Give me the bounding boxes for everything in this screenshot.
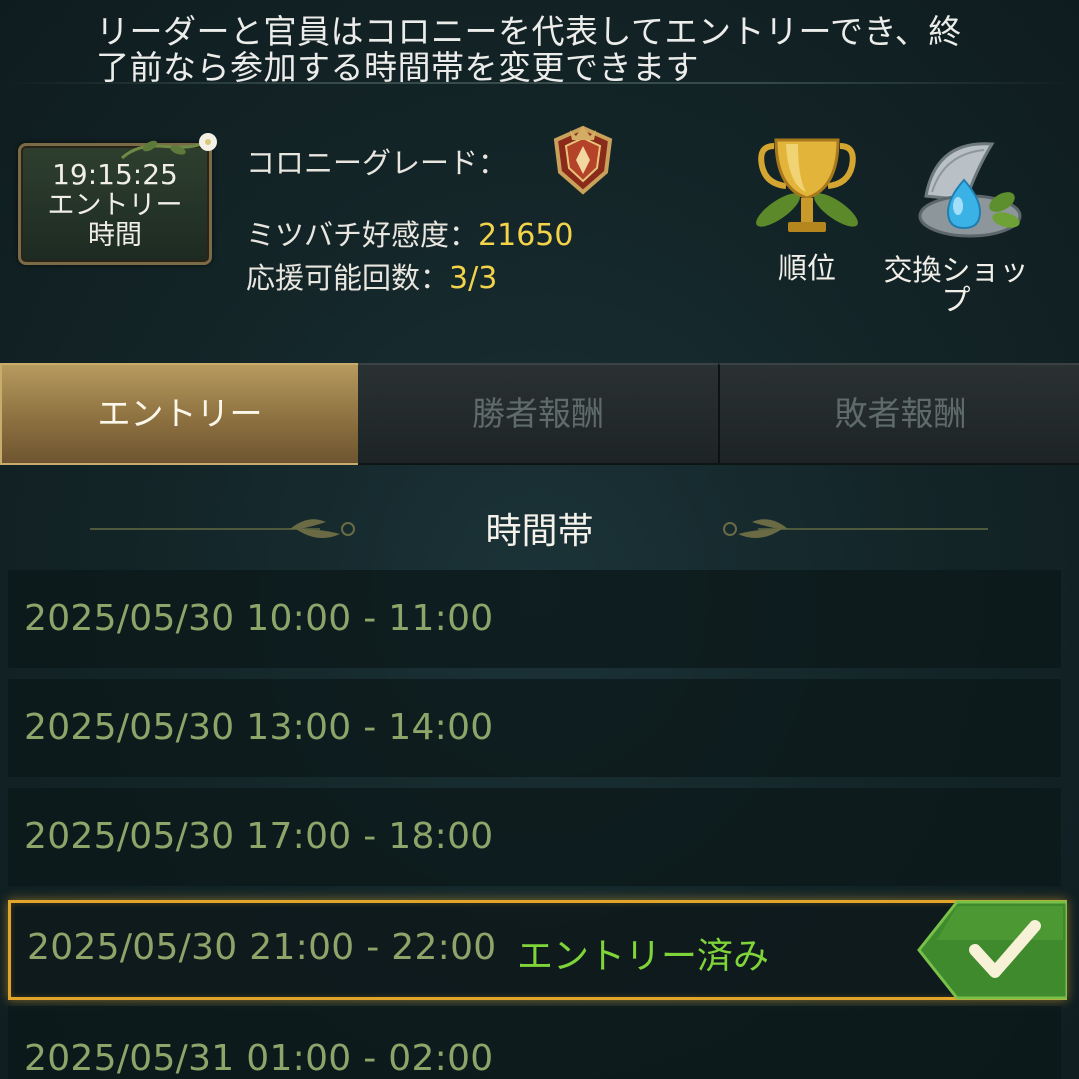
notice-line-1: リーダーと官員はコロニーを代表してエントリーでき、終 <box>96 12 962 51</box>
time-slot-row[interactable]: 2025/05/30 13:00 - 14:00 <box>8 679 1061 777</box>
entered-status-label: エントリー済み <box>517 936 770 977</box>
bee-favor-row: ミツバチ好感度：21650 <box>246 212 573 254</box>
tab-loser-rewards[interactable]: 敗者報酬 <box>718 363 1079 465</box>
support-count-row: 応援可能回数：3/3 <box>246 255 497 297</box>
trophy-icon <box>756 138 858 232</box>
support-count-value: 3/3 <box>449 261 498 296</box>
support-count-label: 応援可能回数： <box>246 261 450 295</box>
time-slot-range: 2025/05/31 01:00 - 02:00 <box>24 1038 494 1079</box>
time-slot-row[interactable]: 2025/05/30 10:00 - 11:00 <box>8 570 1061 668</box>
tab-winner-rewards[interactable]: 勝者報酬 <box>358 363 718 465</box>
exchange-shop-label-1: 交換ショッ <box>883 253 1029 287</box>
entry-timer-label-2: 時間 <box>88 220 142 251</box>
time-slot-range: 2025/05/30 13:00 - 14:00 <box>24 707 494 748</box>
shell-pearl-icon <box>918 142 1022 238</box>
time-slot-range: 2025/05/30 21:00 - 22:00 <box>27 927 497 968</box>
ranking-label: 順位 <box>777 251 836 285</box>
entry-notice: リーダーと官員はコロニーを代表してエントリーでき、終 了前なら参加する時間帯を変… <box>96 14 996 86</box>
time-slot-range: 2025/05/30 17:00 - 18:00 <box>24 816 494 857</box>
right-leaf-ornament-icon <box>723 519 988 538</box>
time-slot-row-entered[interactable]: 2025/05/30 21:00 - 22:00 エントリー済み <box>8 900 1067 1000</box>
colony-grade-label: コロニーグレード： <box>246 146 508 180</box>
time-slot-range: 2025/05/30 10:00 - 11:00 <box>24 598 494 639</box>
check-icon <box>917 900 1067 1000</box>
colony-grade-row: コロニーグレード： <box>246 140 507 182</box>
time-slot-row[interactable]: 2025/05/30 17:00 - 18:00 <box>8 788 1061 886</box>
exchange-shop-label-2: プ <box>941 283 971 317</box>
vine-decoration-icon <box>121 133 217 160</box>
divider <box>0 82 1079 84</box>
bee-favor-value: 21650 <box>478 218 574 253</box>
entry-timer-label-1: エントリー <box>47 190 183 221</box>
tab-bar: エントリー 勝者報酬 敗者報酬 <box>0 363 1079 465</box>
time-slot-row[interactable]: 2025/05/31 01:00 - 02:00 <box>8 1006 1061 1079</box>
exchange-shop-button[interactable]: 交換ショッ プ <box>876 136 1036 315</box>
notice-line-2: 了前なら参加する時間帯を変更できます <box>96 48 699 87</box>
tab-entry[interactable]: エントリー <box>0 363 360 465</box>
ranking-button[interactable]: 順位 <box>746 132 868 283</box>
shield-crest-icon <box>553 125 613 195</box>
bee-favor-label: ミツバチ好感度： <box>246 218 479 252</box>
